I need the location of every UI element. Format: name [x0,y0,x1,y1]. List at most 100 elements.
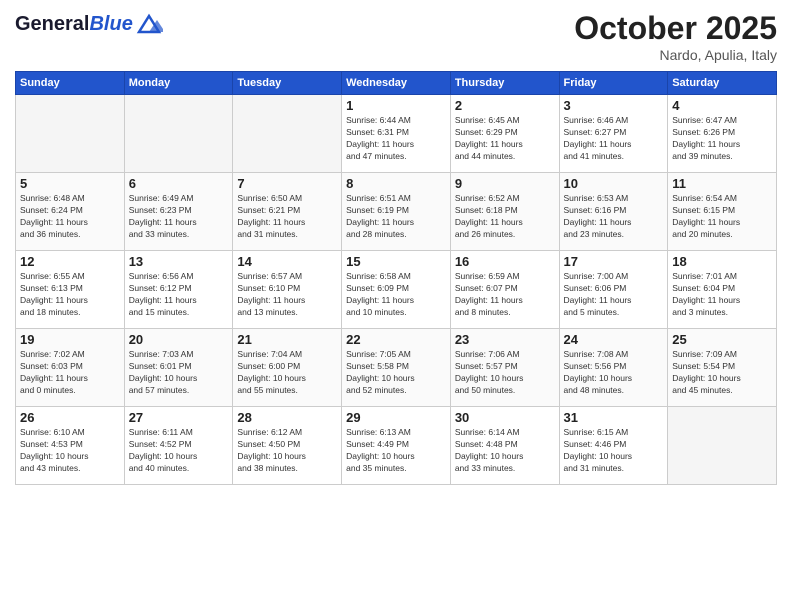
day-info: Sunrise: 6:54 AM Sunset: 6:15 PM Dayligh… [672,193,772,241]
day-info: Sunrise: 7:09 AM Sunset: 5:54 PM Dayligh… [672,349,772,397]
day-number: 9 [455,176,555,191]
calendar-cell: 24Sunrise: 7:08 AM Sunset: 5:56 PM Dayli… [559,329,668,407]
calendar-week-2: 5Sunrise: 6:48 AM Sunset: 6:24 PM Daylig… [16,173,777,251]
logo-text: GeneralBlue [15,13,133,35]
weekday-header-tuesday: Tuesday [233,72,342,95]
day-info: Sunrise: 7:06 AM Sunset: 5:57 PM Dayligh… [455,349,555,397]
calendar-cell: 28 Sunrise: 6:12 AM Sunset: 4:50 PM Dayli… [233,407,342,485]
weekday-header-sunday: Sunday [16,72,125,95]
day-info: Sunrise: 6:50 AM Sunset: 6:21 PM Dayligh… [237,193,337,241]
day-number: 3 [564,98,664,113]
calendar-cell: 1Sunrise: 6:44 AM Sunset: 6:31 PM Daylig… [342,95,451,173]
weekday-header-friday: Friday [559,72,668,95]
day-number: 7 [237,176,337,191]
day-info: Sunrise: 6:45 AM Sunset: 6:29 PM Dayligh… [455,115,555,163]
calendar-cell: 17Sunrise: 7:00 AM Sunset: 6:06 PM Dayli… [559,251,668,329]
day-info: Sunrise: 6:11 AM Sunset: 4:52 PM Dayligh… [129,427,229,475]
day-number: 19 [20,332,120,347]
day-info: Sunrise: 6:53 AM Sunset: 6:16 PM Dayligh… [564,193,664,241]
calendar-cell: 13 Sunrise: 6:56 AM Sunset: 6:12 PM Dayli… [124,251,233,329]
day-number: 28 [237,410,337,425]
day-number: 20 [129,332,229,347]
day-number: 6 [129,176,229,191]
title-block: October 2025 Nardo, Apulia, Italy [574,10,777,63]
calendar-cell: 14 Sunrise: 6:57 AM Sunset: 6:10 PM Dayli… [233,251,342,329]
day-info: Sunrise: 6:48 AM Sunset: 6:24 PM Dayligh… [20,193,120,241]
calendar-cell: 29 Sunrise: 6:13 AM Sunset: 4:49 PM Dayli… [342,407,451,485]
day-info: Sunrise: 6:46 AM Sunset: 6:27 PM Dayligh… [564,115,664,163]
day-info: Sunrise: 6:57 AM Sunset: 6:10 PM Dayligh… [237,271,337,319]
calendar-cell: 21 Sunrise: 7:04 AM Sunset: 6:00 PM Dayli… [233,329,342,407]
calendar-cell: 30Sunrise: 6:14 AM Sunset: 4:48 PM Dayli… [450,407,559,485]
day-info: Sunrise: 7:01 AM Sunset: 6:04 PM Dayligh… [672,271,772,319]
day-info: Sunrise: 6:49 AM Sunset: 6:23 PM Dayligh… [129,193,229,241]
calendar-cell [233,95,342,173]
day-info: Sunrise: 7:02 AM Sunset: 6:03 PM Dayligh… [20,349,120,397]
calendar-cell: 5Sunrise: 6:48 AM Sunset: 6:24 PM Daylig… [16,173,125,251]
day-info: Sunrise: 7:00 AM Sunset: 6:06 PM Dayligh… [564,271,664,319]
day-number: 25 [672,332,772,347]
calendar-cell: 7 Sunrise: 6:50 AM Sunset: 6:21 PM Daylig… [233,173,342,251]
calendar-cell: 22 Sunrise: 7:05 AM Sunset: 5:58 PM Dayli… [342,329,451,407]
day-info: Sunrise: 7:05 AM Sunset: 5:58 PM Dayligh… [346,349,446,397]
weekday-header-monday: Monday [124,72,233,95]
day-info: Sunrise: 6:15 AM Sunset: 4:46 PM Dayligh… [564,427,664,475]
day-info: Sunrise: 6:10 AM Sunset: 4:53 PM Dayligh… [20,427,120,475]
calendar-cell: 23 Sunrise: 7:06 AM Sunset: 5:57 PM Dayli… [450,329,559,407]
calendar-week-1: 1Sunrise: 6:44 AM Sunset: 6:31 PM Daylig… [16,95,777,173]
calendar-week-5: 26Sunrise: 6:10 AM Sunset: 4:53 PM Dayli… [16,407,777,485]
day-number: 23 [455,332,555,347]
day-number: 22 [346,332,446,347]
day-number: 24 [564,332,664,347]
calendar-cell: 11 Sunrise: 6:54 AM Sunset: 6:15 PM Dayli… [668,173,777,251]
day-number: 11 [672,176,772,191]
day-number: 12 [20,254,120,269]
day-info: Sunrise: 7:04 AM Sunset: 6:00 PM Dayligh… [237,349,337,397]
calendar-cell: 15 Sunrise: 6:58 AM Sunset: 6:09 PM Dayli… [342,251,451,329]
location-subtitle: Nardo, Apulia, Italy [574,47,777,63]
weekday-header-row: SundayMondayTuesdayWednesdayThursdayFrid… [16,72,777,95]
day-number: 10 [564,176,664,191]
calendar-cell: 18Sunrise: 7:01 AM Sunset: 6:04 PM Dayli… [668,251,777,329]
calendar-cell: 16Sunrise: 6:59 AM Sunset: 6:07 PM Dayli… [450,251,559,329]
calendar-cell: 6 Sunrise: 6:49 AM Sunset: 6:23 PM Daylig… [124,173,233,251]
day-info: Sunrise: 6:58 AM Sunset: 6:09 PM Dayligh… [346,271,446,319]
calendar-cell: 9Sunrise: 6:52 AM Sunset: 6:18 PM Daylig… [450,173,559,251]
calendar-week-4: 19 Sunrise: 7:02 AM Sunset: 6:03 PM Dayli… [16,329,777,407]
day-info: Sunrise: 6:44 AM Sunset: 6:31 PM Dayligh… [346,115,446,163]
calendar-cell: 3 Sunrise: 6:46 AM Sunset: 6:27 PM Daylig… [559,95,668,173]
weekday-header-thursday: Thursday [450,72,559,95]
day-number: 13 [129,254,229,269]
day-info: Sunrise: 7:03 AM Sunset: 6:01 PM Dayligh… [129,349,229,397]
day-info: Sunrise: 6:55 AM Sunset: 6:13 PM Dayligh… [20,271,120,319]
day-number: 27 [129,410,229,425]
calendar-cell [668,407,777,485]
calendar-table: SundayMondayTuesdayWednesdayThursdayFrid… [15,71,777,485]
calendar-cell: 20 Sunrise: 7:03 AM Sunset: 6:01 PM Dayli… [124,329,233,407]
day-info: Sunrise: 6:13 AM Sunset: 4:49 PM Dayligh… [346,427,446,475]
calendar-cell: 25 Sunrise: 7:09 AM Sunset: 5:54 PM Dayli… [668,329,777,407]
day-info: Sunrise: 6:47 AM Sunset: 6:26 PM Dayligh… [672,115,772,163]
weekday-header-wednesday: Wednesday [342,72,451,95]
calendar-cell: 10 Sunrise: 6:53 AM Sunset: 6:16 PM Dayli… [559,173,668,251]
day-number: 29 [346,410,446,425]
calendar-cell: 2Sunrise: 6:45 AM Sunset: 6:29 PM Daylig… [450,95,559,173]
logo: GeneralBlue [15,10,163,38]
day-number: 8 [346,176,446,191]
calendar-cell: 19 Sunrise: 7:02 AM Sunset: 6:03 PM Dayli… [16,329,125,407]
day-info: Sunrise: 6:59 AM Sunset: 6:07 PM Dayligh… [455,271,555,319]
page-container: GeneralBlue October 2025 Nardo, Apulia, … [0,0,792,495]
day-info: Sunrise: 6:56 AM Sunset: 6:12 PM Dayligh… [129,271,229,319]
day-info: Sunrise: 6:12 AM Sunset: 4:50 PM Dayligh… [237,427,337,475]
calendar-cell: 4Sunrise: 6:47 AM Sunset: 6:26 PM Daylig… [668,95,777,173]
page-header: GeneralBlue October 2025 Nardo, Apulia, … [15,10,777,63]
day-number: 21 [237,332,337,347]
logo-icon [135,10,163,38]
calendar-cell: 12 Sunrise: 6:55 AM Sunset: 6:13 PM Dayli… [16,251,125,329]
calendar-cell [124,95,233,173]
day-number: 15 [346,254,446,269]
calendar-cell: 27 Sunrise: 6:11 AM Sunset: 4:52 PM Dayli… [124,407,233,485]
day-number: 14 [237,254,337,269]
calendar-cell: 26Sunrise: 6:10 AM Sunset: 4:53 PM Dayli… [16,407,125,485]
calendar-cell [16,95,125,173]
